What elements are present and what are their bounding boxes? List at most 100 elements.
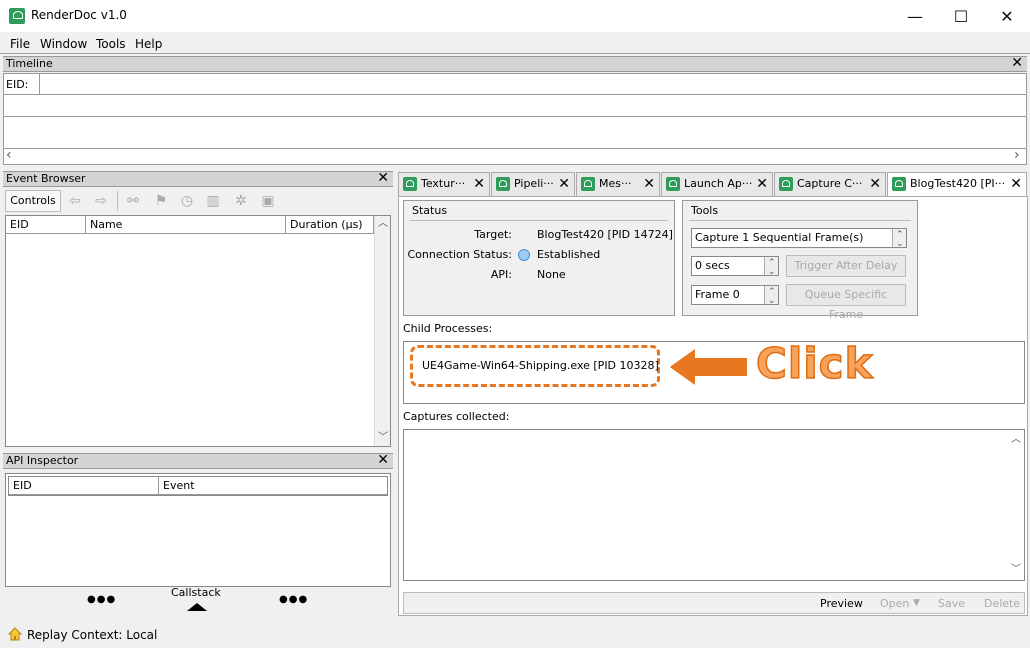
controls-button[interactable]: Controls	[5, 190, 61, 212]
tab-close-icon[interactable]: ✕	[869, 173, 881, 195]
column-header-duration[interactable]: Duration (µs)	[286, 216, 374, 234]
group-divider	[689, 220, 911, 221]
clock-icon[interactable]: ◷	[177, 192, 197, 210]
scroll-left-icon[interactable]: ‹	[6, 147, 12, 163]
column-header-eid[interactable]: EID	[6, 216, 86, 234]
tab-pipeline-state[interactable]: Pipeli··· ✕	[491, 172, 575, 196]
callstack-label[interactable]: Callstack	[171, 586, 221, 599]
timeline-eid-track[interactable]	[39, 74, 1027, 94]
tab-label: Textur···	[421, 177, 466, 190]
delete-button[interactable]: Delete	[984, 597, 1020, 610]
tab-close-icon[interactable]: ✕	[558, 173, 570, 195]
queue-specific-frame-button[interactable]: Queue Specific Frame	[786, 284, 906, 321]
captures-list[interactable]: ︿ ﹀	[403, 429, 1025, 581]
maximize-button[interactable]: ☐	[938, 0, 984, 32]
status-group-title: Status	[412, 204, 448, 217]
flag-icon[interactable]: ⚑	[151, 192, 171, 210]
scroll-down-icon[interactable]: ﹀	[375, 430, 391, 446]
event-browser-close-icon[interactable]: ✕	[377, 170, 389, 186]
child-process-item[interactable]: UE4Game-Win64-Shipping.exe [PID 10328]	[422, 359, 659, 372]
timeline-close-icon[interactable]: ✕	[1011, 55, 1023, 71]
renderdoc-tab-icon	[666, 177, 680, 191]
open-button[interactable]: Open	[880, 597, 909, 610]
tab-capture-connection[interactable]: Capture C··· ✕	[774, 172, 886, 196]
column-header-eid[interactable]: EID	[9, 477, 159, 495]
delay-value: 0 secs	[695, 259, 730, 272]
tools-group: Tools Capture 1 Sequential Frame(s) 0 se…	[682, 200, 918, 321]
column-header-event[interactable]: Event	[159, 477, 387, 495]
renderdoc-tab-icon	[779, 177, 793, 191]
delay-spinbox[interactable]: 0 secs	[691, 254, 779, 281]
bar-chart-icon[interactable]: ▥	[203, 192, 223, 210]
event-browser-panel: Event Browser ✕ Controls ⇦ ⇨ ⚯ ⚑ ◷ ▥ ✲ ▣…	[3, 170, 393, 449]
frame-spinbox[interactable]: Frame 0	[691, 283, 779, 310]
api-inspector-panel: API Inspector ✕ EID Event ●●● Callstack …	[3, 452, 393, 618]
scroll-down-icon[interactable]: ﹀	[1008, 562, 1024, 578]
tab-close-icon[interactable]: ✕	[1010, 173, 1022, 195]
arrow-left-icon[interactable]: ⇦	[65, 192, 85, 210]
tab-label: Pipeli···	[514, 177, 554, 190]
menu-file[interactable]: File	[10, 37, 30, 51]
connection-plug-icon	[518, 249, 530, 261]
frame-value: Frame 0	[695, 288, 740, 301]
tab-close-icon[interactable]: ✕	[473, 173, 485, 195]
api-table-header: EID Event	[8, 476, 388, 496]
save-button[interactable]: Save	[938, 597, 965, 610]
timeline-row	[4, 94, 1026, 95]
child-processes-list[interactable]: UE4Game-Win64-Shipping.exe [PID 10328] C…	[403, 338, 1025, 404]
frame-spinner-icon[interactable]	[764, 283, 778, 310]
scroll-right-icon[interactable]: ›	[1014, 147, 1020, 163]
captures-collected-label: Captures collected:	[403, 410, 510, 423]
callout-arrow-icon	[666, 345, 749, 389]
menu-help[interactable]: Help	[135, 37, 162, 51]
scroll-up-icon[interactable]: ︿	[375, 216, 391, 232]
api-inspector-header: API Inspector ✕	[3, 452, 393, 469]
scroll-up-icon[interactable]: ︿	[1008, 432, 1024, 448]
captures-scrollbar[interactable]: ︿ ﹀	[1008, 430, 1024, 580]
tab-close-icon[interactable]: ✕	[643, 173, 655, 195]
target-label: Target:	[474, 228, 512, 241]
home-icon	[8, 627, 22, 641]
tab-mesh-viewer[interactable]: Mes··· ✕	[576, 172, 660, 196]
target-value: BlogTest420 [PID 14724]	[537, 228, 673, 241]
timeline-header: Timeline ✕	[3, 55, 1027, 72]
timeline-scrollbar[interactable]: ‹ ›	[4, 147, 1026, 163]
timeline-body[interactable]: EID: ‹ ›	[3, 73, 1027, 165]
api-label: API:	[490, 268, 512, 281]
splitter-dots-left[interactable]: ●●●	[87, 594, 116, 605]
open-dropdown-icon[interactable]: ▼	[913, 598, 920, 608]
trigger-after-delay-button[interactable]: Trigger After Delay	[786, 255, 906, 277]
menu-tools[interactable]: Tools	[96, 37, 126, 51]
api-inspector-close-icon[interactable]: ✕	[377, 452, 389, 468]
window-title: RenderDoc v1.0	[31, 8, 127, 22]
column-header-name[interactable]: Name	[86, 216, 286, 234]
capture-mode-value: Capture 1 Sequential Frame(s)	[695, 231, 864, 244]
binoculars-icon[interactable]: ⚯	[123, 192, 143, 210]
renderdoc-logo-icon	[9, 8, 25, 24]
settings-icon[interactable]: ✲	[231, 192, 251, 210]
tab-launch-application[interactable]: Launch Ap··· ✕	[661, 172, 773, 196]
event-table-scrollbar[interactable]: ︿ ﹀	[374, 216, 390, 446]
close-button[interactable]: ✕	[984, 0, 1030, 32]
event-table[interactable]: EID Name Duration (µs) ︿ ﹀	[5, 215, 391, 447]
api-table[interactable]: EID Event	[5, 473, 391, 587]
api-inspector-title: API Inspector	[6, 454, 79, 467]
arrow-right-icon[interactable]: ⇨	[91, 192, 111, 210]
tab-blogtest420[interactable]: BlogTest420 [PI··· ✕	[887, 172, 1027, 197]
callstack-expand-icon[interactable]	[187, 603, 207, 611]
capture-mode-select[interactable]: Capture 1 Sequential Frame(s)	[691, 226, 907, 253]
capture-mode-spinner-icon[interactable]	[892, 226, 906, 253]
event-browser-title: Event Browser	[6, 172, 86, 185]
api-value: None	[537, 268, 566, 281]
tab-close-icon[interactable]: ✕	[756, 173, 768, 195]
status-group: Status Target: BlogTest420 [PID 14724] C…	[403, 200, 675, 316]
capture-action-bar: Preview Open ▼ Save Delete	[403, 592, 1025, 614]
save-icon[interactable]: ▣	[258, 192, 278, 210]
minimize-button[interactable]: —	[892, 0, 938, 32]
preview-button[interactable]: Preview	[820, 597, 863, 610]
delay-spinner-icon[interactable]	[764, 254, 778, 281]
splitter-dots-right[interactable]: ●●●	[279, 594, 308, 605]
tab-texture-viewer[interactable]: Textur··· ✕	[398, 172, 490, 196]
tools-group-title: Tools	[691, 204, 719, 217]
menu-window[interactable]: Window	[40, 37, 87, 51]
